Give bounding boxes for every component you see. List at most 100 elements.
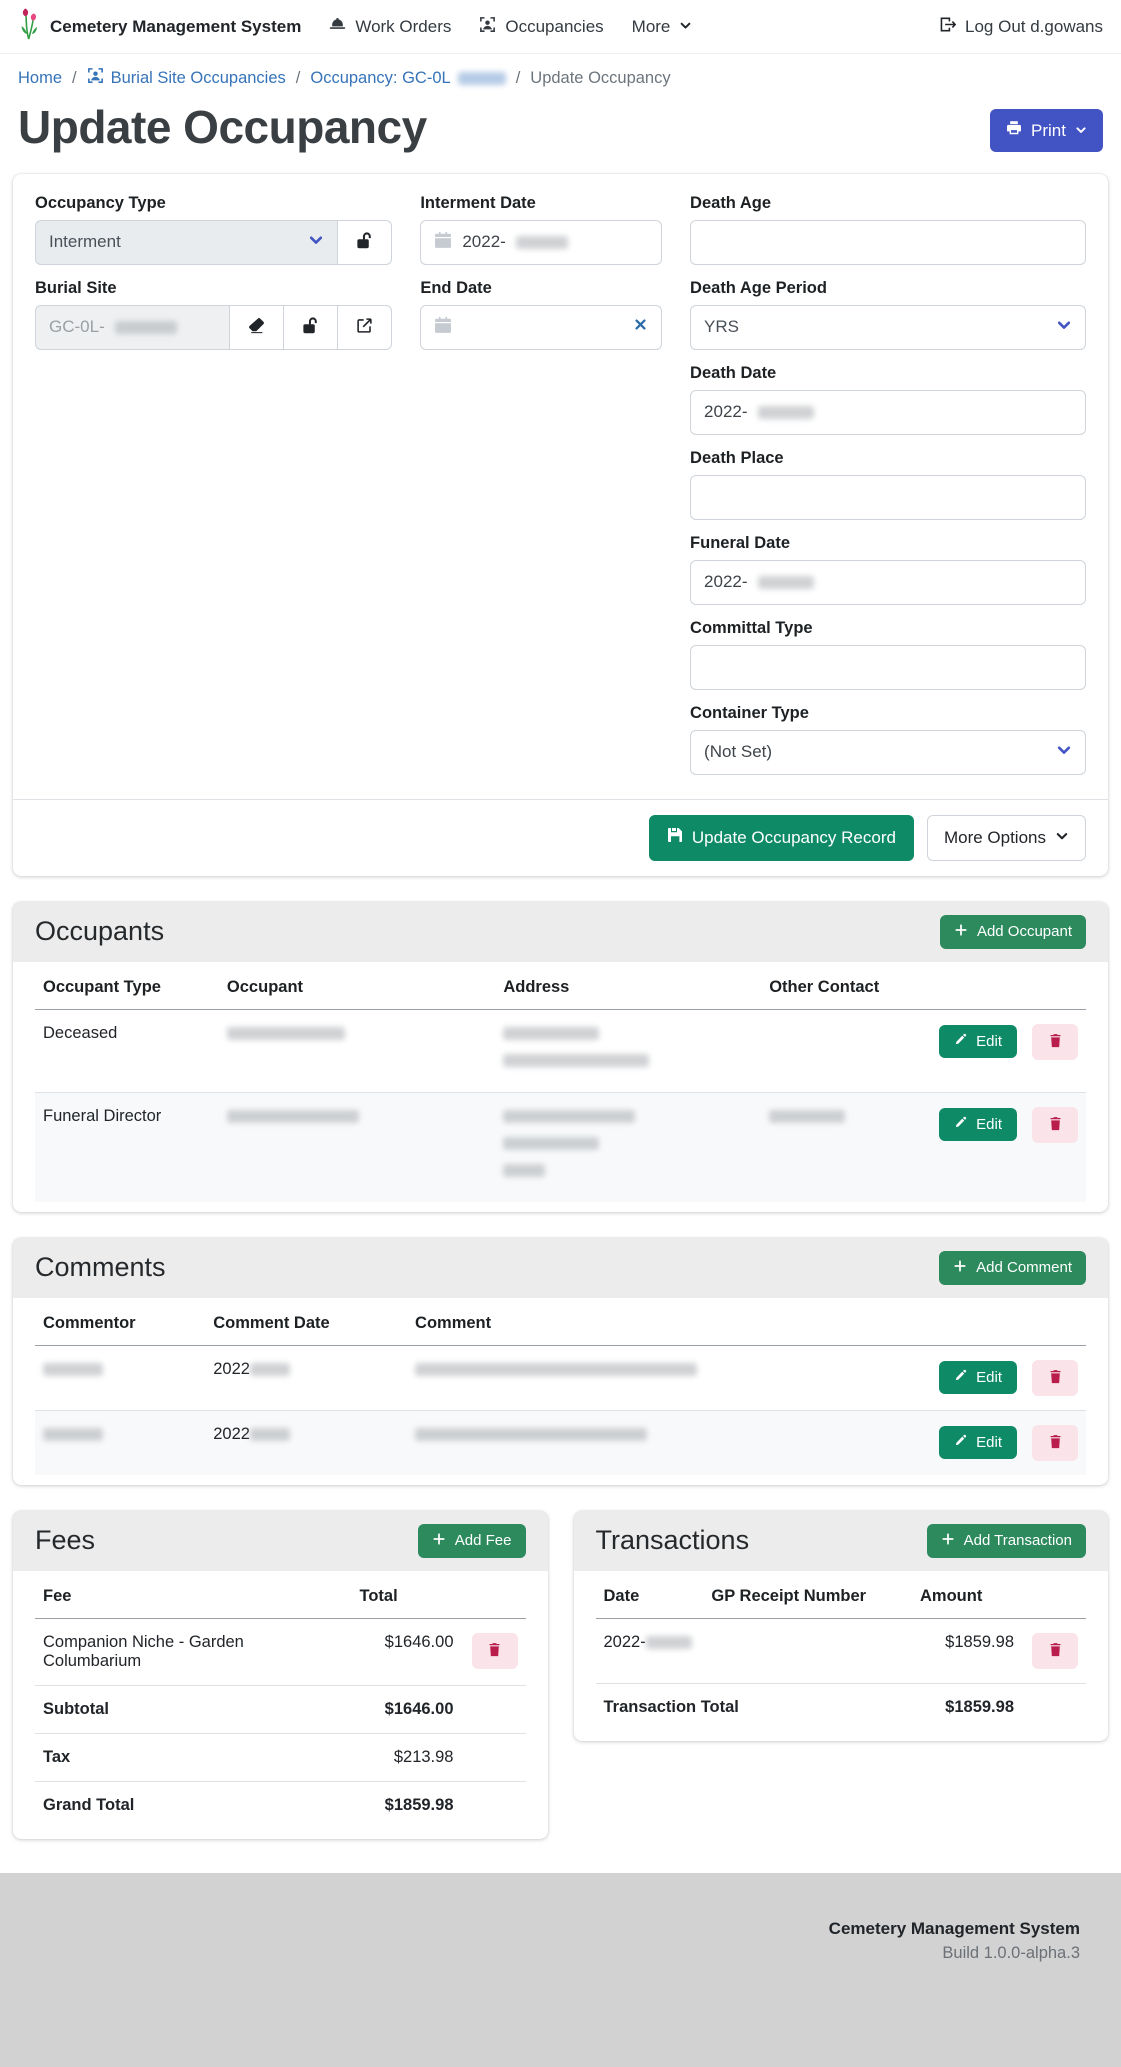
update-occupancy-record-button[interactable]: Update Occupancy Record [649, 815, 914, 861]
delete-button[interactable] [1032, 1425, 1078, 1461]
death-age-field: Death Age [690, 194, 1086, 265]
death-date-input[interactable]: 2022- [690, 390, 1086, 435]
fee-summary-row: Grand Total$1859.98 [35, 1781, 526, 1829]
breadcrumb-burial-site-occupancies[interactable]: Burial Site Occupancies [87, 67, 286, 89]
occupancy-type-select[interactable]: Interment [35, 220, 338, 265]
redacted-text [227, 1110, 359, 1123]
calendar-icon [434, 316, 452, 339]
interment-date-input[interactable]: 2022- [420, 220, 662, 265]
edit-button[interactable]: Edit [939, 1361, 1017, 1394]
row-actions-cell: Edit [931, 1410, 1086, 1475]
commentor-cell [35, 1410, 205, 1475]
committal-type-input[interactable] [690, 645, 1086, 690]
fees-col-actions [462, 1575, 526, 1619]
row-actions-cell [462, 1618, 526, 1685]
pencil-icon [954, 1033, 967, 1050]
redacted-text [503, 1054, 649, 1067]
transactions-card: Transactions Add Transaction Date GP Rec… [574, 1511, 1109, 1741]
comment-date-cell: 2022 [205, 1410, 407, 1475]
external-link-icon [356, 317, 373, 337]
clear-end-date-button[interactable] [633, 317, 648, 337]
occupant-cell [219, 1092, 495, 1202]
pencil-icon [954, 1434, 967, 1451]
delete-button[interactable] [1032, 1360, 1078, 1396]
death-place-input[interactable] [690, 475, 1086, 520]
funeral-date-label: Funeral Date [690, 534, 1086, 553]
nav-more-label: More [632, 17, 671, 37]
address-line [503, 1134, 753, 1153]
fee-summary-row: Tax$213.98 [35, 1733, 526, 1781]
delete-button[interactable] [1032, 1024, 1078, 1060]
address-line [503, 1051, 753, 1070]
open-burial-site-button[interactable] [337, 305, 392, 350]
add-transaction-button[interactable]: Add Transaction [927, 1524, 1086, 1558]
redacted-text [769, 1110, 845, 1123]
comments-col-commentor: Commentor [35, 1302, 205, 1346]
breadcrumb-occupancy[interactable]: Occupancy: GC-0L [310, 69, 505, 88]
redacted-text [43, 1363, 103, 1376]
occupants-card: Occupants Add Occupant Occupant Type Occ… [13, 902, 1108, 1212]
footer-build-version: Build 1.0.0-alpha.3 [41, 1944, 1080, 1963]
comments-col-date: Comment Date [205, 1302, 407, 1346]
plus-icon [432, 1532, 446, 1550]
breadcrumb-home[interactable]: Home [18, 69, 62, 88]
summary-label-cell: Grand Total [35, 1781, 352, 1829]
page-footer: Cemetery Management System Build 1.0.0-a… [0, 1873, 1121, 2067]
transactions-title: Transactions [596, 1525, 750, 1556]
nav-more[interactable]: More [632, 17, 693, 37]
comment-date-cell: 2022 [205, 1345, 407, 1410]
address-cell [495, 1009, 761, 1092]
breadcrumb-separator: / [516, 69, 521, 88]
delete-button[interactable] [1032, 1107, 1078, 1143]
occupants-col-occupant: Occupant [219, 966, 495, 1010]
comments-table: Commentor Comment Date Comment 2022 Edit 2… [35, 1302, 1086, 1475]
death-place-label: Death Place [690, 449, 1086, 468]
add-comment-button[interactable]: Add Comment [939, 1251, 1086, 1285]
footer-app-title: Cemetery Management System [41, 1919, 1080, 1939]
occupants-col-occupant-type: Occupant Type [35, 966, 219, 1010]
occupant-type-cell: Funeral Director [35, 1092, 219, 1202]
container-type-field: Container Type (Not Set) [690, 704, 1086, 775]
edit-button[interactable]: Edit [939, 1426, 1017, 1459]
add-occupant-button[interactable]: Add Occupant [940, 915, 1086, 949]
unlock-occupancy-type-button[interactable] [337, 220, 392, 265]
breadcrumb-separator: / [72, 69, 77, 88]
printer-icon [1006, 120, 1022, 141]
clear-burial-site-button[interactable] [229, 305, 284, 350]
end-date-label: End Date [420, 279, 662, 298]
unlock-icon [301, 316, 320, 338]
add-fee-button[interactable]: Add Fee [418, 1524, 526, 1558]
funeral-date-input[interactable]: 2022- [690, 560, 1086, 605]
logout-button[interactable]: Log Out d.gowans [939, 16, 1103, 38]
transactions-col-amount: Amount [912, 1575, 1022, 1619]
nav-occupancies[interactable]: Occupancies [479, 16, 603, 38]
burial-site-field: Burial Site GC-0L- [35, 279, 392, 350]
delete-button[interactable] [1032, 1633, 1078, 1669]
unlock-burial-site-button[interactable] [283, 305, 338, 350]
death-age-period-select[interactable]: YRS [690, 305, 1086, 350]
edit-button[interactable]: Edit [939, 1108, 1017, 1141]
print-button[interactable]: Print [990, 109, 1103, 152]
empty-cell [1022, 1683, 1086, 1731]
transactions-table: Date GP Receipt Number Amount 2022-$1859… [596, 1575, 1087, 1731]
edit-button[interactable]: Edit [939, 1025, 1017, 1058]
plus-icon [941, 1532, 955, 1550]
row-actions-cell [1022, 1618, 1086, 1683]
burial-site-input[interactable]: GC-0L- [35, 305, 230, 350]
comments-col-comment: Comment [407, 1302, 931, 1346]
fees-col-total: Total [352, 1575, 462, 1619]
redacted-text [646, 1636, 692, 1649]
nav-work-orders[interactable]: Work Orders [329, 16, 451, 38]
more-options-button[interactable]: More Options [927, 815, 1086, 861]
commentor-cell [35, 1345, 205, 1410]
transactions-col-date: Date [596, 1575, 704, 1619]
end-date-input[interactable] [420, 305, 662, 350]
breadcrumb-current: Update Occupancy [530, 69, 670, 88]
interment-date-label: Interment Date [420, 194, 662, 213]
chevron-down-icon [308, 232, 324, 253]
container-type-select[interactable]: (Not Set) [690, 730, 1086, 775]
death-age-input[interactable] [690, 220, 1086, 265]
fees-table: Fee Total Companion Niche - Garden Colum… [35, 1575, 526, 1829]
delete-button[interactable] [472, 1633, 518, 1669]
funeral-date-field: Funeral Date 2022- [690, 534, 1086, 605]
